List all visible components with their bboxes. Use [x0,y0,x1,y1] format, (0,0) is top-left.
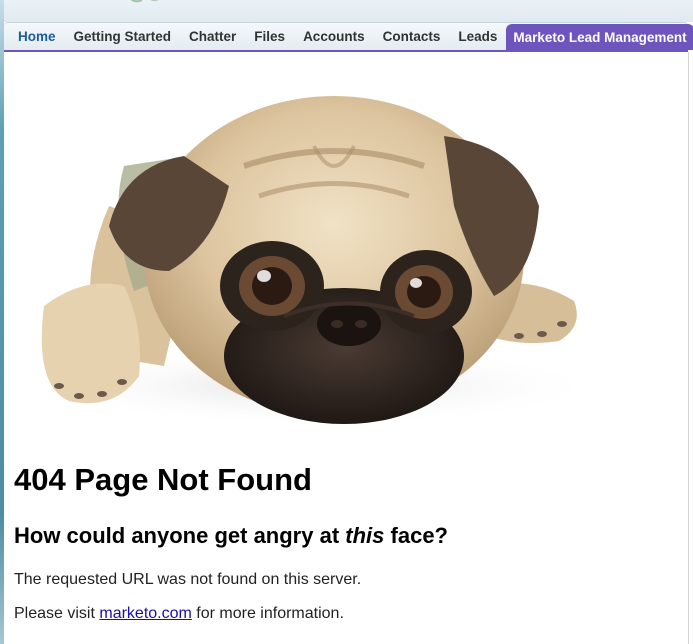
tab-bar: Home Getting Started Chatter Files Accou… [4,22,693,52]
tab-getting-started[interactable]: Getting Started [65,23,181,50]
error-message: The requested URL was not found on this … [14,571,362,588]
tab-home[interactable]: Home [4,23,65,50]
subtitle-text-before: How could anyone get angry at [14,523,346,548]
tab-marketo-lead-management[interactable]: Marketo Lead Management [506,24,693,50]
subtitle-emphasis: this [345,523,385,548]
error-subtitle: How could anyone get angry at this face? [14,523,448,549]
top-strip [0,0,693,22]
error-title: 404 Page Not Found [14,462,312,497]
subtitle-text-after: face? [384,523,448,548]
visit-text-before: Please visit [14,605,100,622]
marketo-link[interactable]: marketo.com [99,605,191,622]
tab-files[interactable]: Files [245,23,294,50]
left-accent-edge [0,0,4,644]
tab-leads[interactable]: Leads [449,23,506,50]
page-frame: Home Getting Started Chatter Files Accou… [0,0,693,644]
visit-text-after: for more information. [191,605,344,622]
content-right-border [688,52,689,644]
visit-message: Please visit marketo.com for more inform… [14,605,344,623]
tab-accounts[interactable]: Accounts [294,23,374,50]
pug-dog-image [24,96,590,426]
tab-contacts[interactable]: Contacts [374,23,450,50]
logo-fragment-icon [130,0,159,3]
tab-chatter[interactable]: Chatter [180,23,245,50]
